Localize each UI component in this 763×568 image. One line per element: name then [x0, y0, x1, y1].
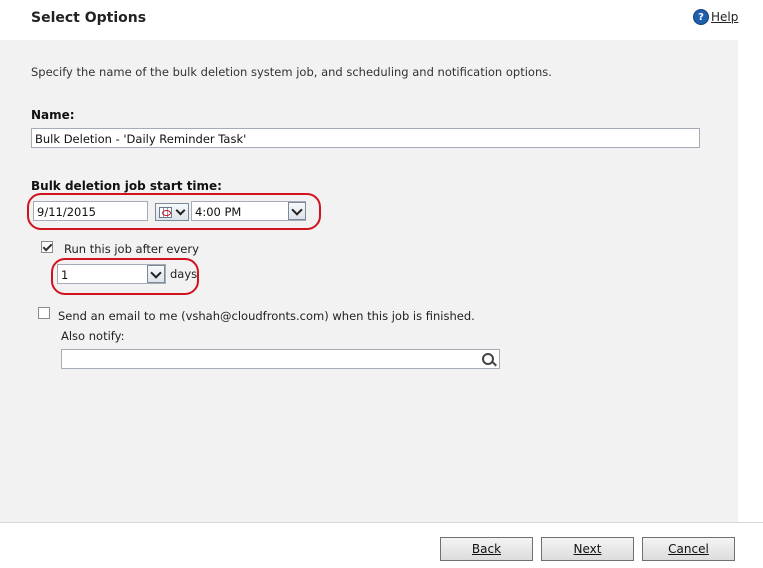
lookup-button[interactable]: [478, 351, 498, 367]
recurrence-label: Run this job after every: [64, 242, 199, 256]
cancel-button[interactable]: Cancel: [642, 537, 735, 561]
dialog-header: Select Options ? Help: [0, 0, 763, 40]
recurrence-checkbox[interactable]: [41, 241, 53, 253]
chevron-down-icon: [291, 203, 303, 216]
start-time-label: Bulk deletion job start time:: [31, 179, 222, 193]
page-title: Select Options: [31, 10, 147, 26]
name-label: Name:: [31, 108, 75, 122]
also-notify-label: Also notify:: [61, 329, 125, 343]
date-picker-button[interactable]: [155, 203, 189, 221]
next-button[interactable]: Next: [541, 537, 634, 561]
interval-dropdown-button[interactable]: [147, 265, 165, 283]
time-dropdown-button[interactable]: [288, 202, 306, 220]
help-icon: ?: [693, 9, 709, 25]
calendar-icon: [159, 206, 172, 218]
dialog-footer: Back Next Cancel: [0, 522, 763, 568]
start-date-input[interactable]: 9/11/2015: [33, 201, 148, 221]
back-button[interactable]: Back: [440, 537, 533, 561]
lookup-icon: [482, 353, 494, 365]
chevron-down-icon: [175, 205, 186, 216]
also-notify-input[interactable]: [61, 349, 500, 369]
recurrence-unit-label: days: [170, 267, 198, 281]
name-input[interactable]: Bulk Deletion - 'Daily Reminder Task': [31, 128, 700, 148]
notification-checkbox[interactable]: [38, 307, 50, 319]
help-label: Help: [711, 10, 739, 24]
chevron-down-icon: [150, 266, 162, 279]
right-margin: [738, 40, 763, 522]
notification-label: Send an email to me (vshah@cloudfronts.c…: [58, 309, 475, 323]
help-link[interactable]: ? Help: [693, 9, 738, 25]
description-text: Specify the name of the bulk deletion sy…: [31, 65, 552, 79]
